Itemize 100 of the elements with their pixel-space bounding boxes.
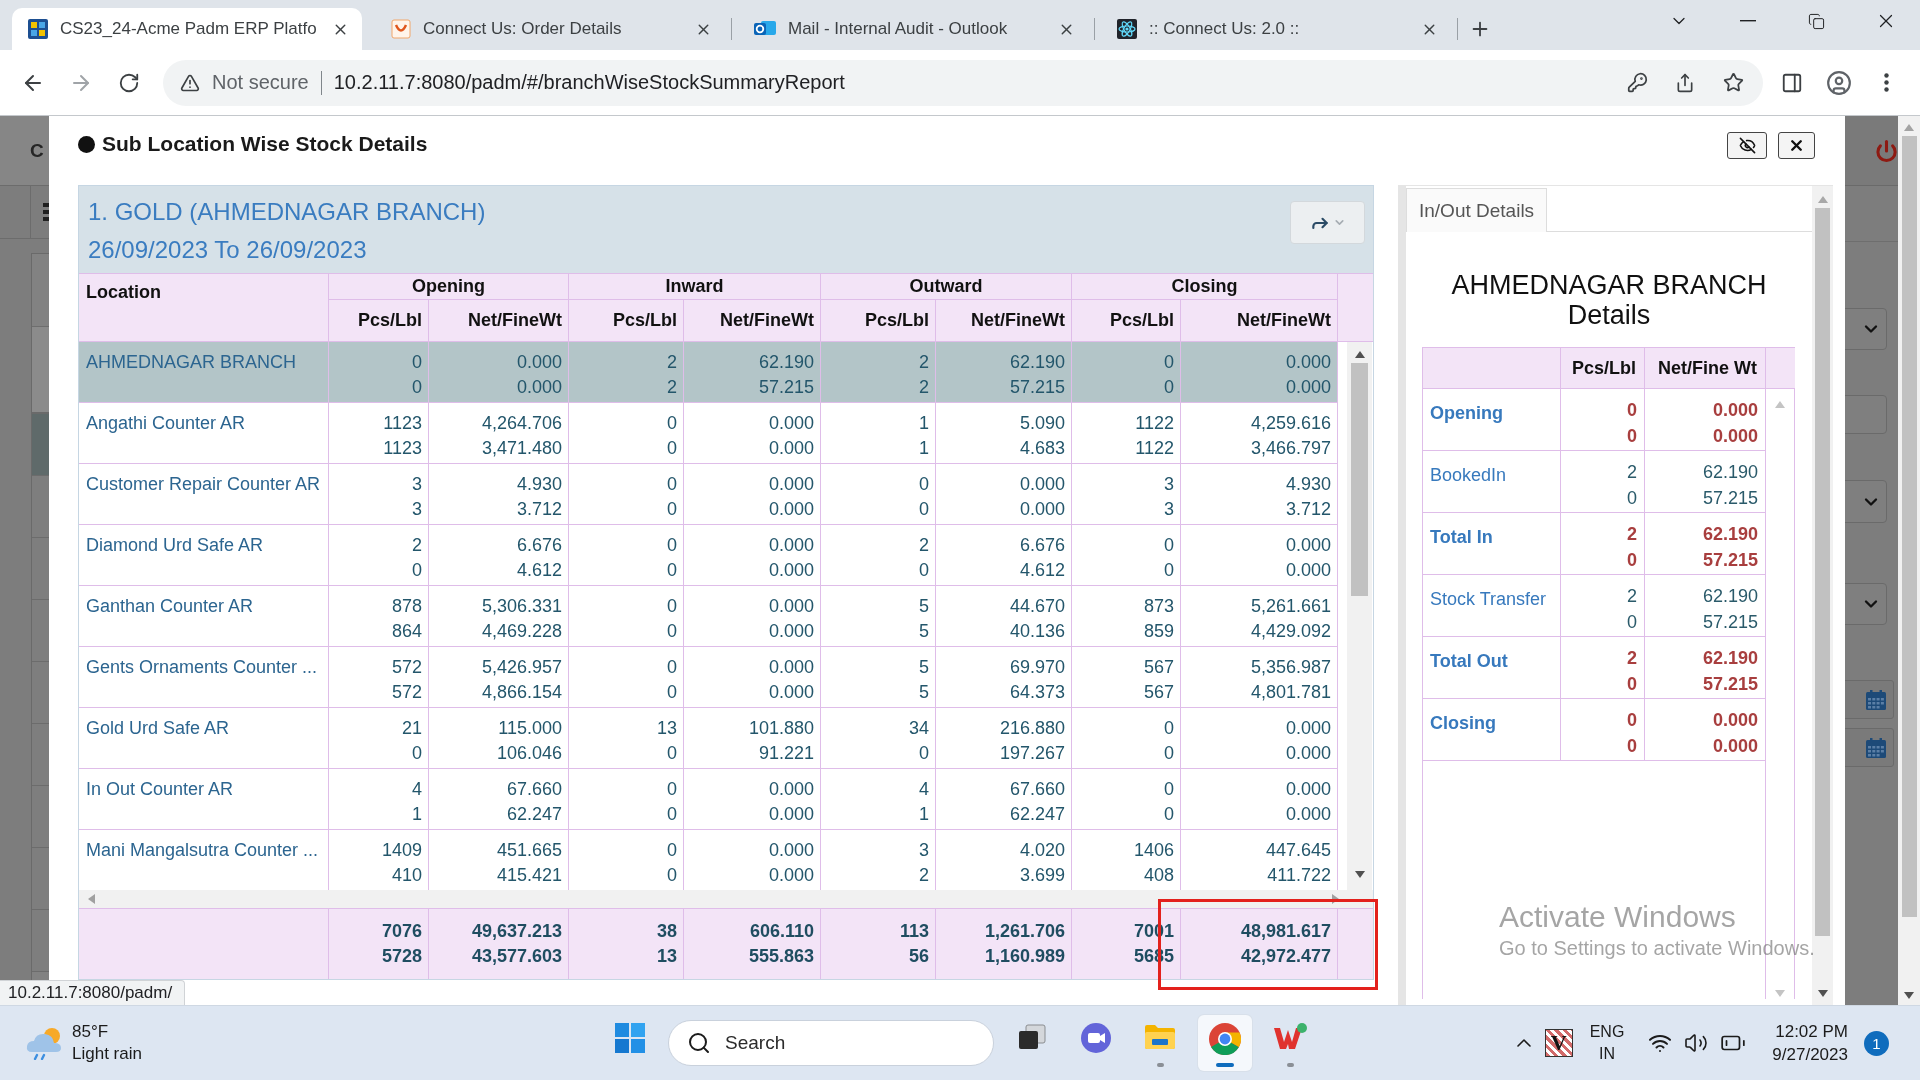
table-cell: 0 0 (569, 647, 684, 707)
total-cell: 113 56 (821, 909, 936, 979)
table-row[interactable]: Gold Urd Safe AR 21 0 115.000 106.046 13 0 101.880 91.221 34 0 216.880 197.267 0 0 0.000 0.000 (79, 708, 1338, 769)
dropdown-field[interactable] (1845, 480, 1887, 523)
close-button[interactable] (1778, 132, 1815, 159)
table-cell: 0 0 (569, 769, 684, 829)
row-label[interactable]: BookedIn (1423, 451, 1561, 512)
table-cell: 13 0 (569, 708, 684, 768)
browser-tab[interactable]: CS23_24-Acme Padm ERP Platfo (12, 8, 362, 50)
page-scrollbar[interactable] (1898, 116, 1920, 1005)
notification-badge[interactable]: 1 (1864, 1030, 1889, 1056)
table-row[interactable]: In Out Counter AR 4 1 67.660 62.247 0 0 0.000 0.000 4 1 67.660 62.247 0 0 0.000 0.000 (79, 769, 1338, 830)
address-field[interactable]: Not secure 10.2.11.7:8080/padm/#/branchWiseStockSummaryReport (163, 59, 1763, 106)
table-row[interactable]: Diamond Urd Safe AR 2 0 6.676 4.612 0 0 0.000 0.000 2 0 6.676 4.612 0 0 0.000 0.000 (79, 525, 1338, 586)
table-cell: 4,259.616 3,466.797 (1181, 403, 1338, 463)
table-row[interactable]: Customer Repair Counter AR 3 3 4.930 3.712 0 0 0.000 0.000 0 0 0.000 0.000 3 3 4.930 3.712 (79, 464, 1338, 525)
vertical-scrollbar[interactable] (1812, 186, 1833, 1005)
start-icon (615, 1023, 645, 1053)
table-row[interactable]: Gents Ornaments Counter ... 572 572 5,426.957 4,866.154 0 0 0.000 0.000 5 5 69.970 64.373 567 567 5,356.987 4,801.781 (79, 647, 1338, 708)
calendar-button[interactable] (1845, 728, 1894, 767)
browser-tab[interactable]: :: Connect Us: 2.0 :: (1101, 8, 1451, 50)
search-field[interactable]: Search (668, 1020, 994, 1066)
panel-tab[interactable]: In/Out Details (1406, 188, 1548, 232)
scrollbar-thumb[interactable] (1815, 208, 1830, 936)
panel-heading: AHMEDNAGAR BRANCH Details (1450, 270, 1768, 330)
table-cell: 0 0 (1072, 525, 1181, 585)
dropdown-field[interactable] (1845, 583, 1887, 625)
volume-button[interactable] (1684, 1031, 1709, 1055)
table-cell: 67.660 62.247 (936, 769, 1072, 829)
browser-tab[interactable]: Mail - Internal Audit - Outlook (738, 8, 1088, 50)
location-cell: Customer Repair Counter AR (79, 464, 329, 524)
table-cell: 2 0 (1561, 451, 1645, 512)
calendar-button[interactable] (1845, 680, 1894, 719)
table-cell: 2 2 (821, 342, 936, 402)
browser-icon (1209, 1023, 1241, 1055)
table-cell: 62.190 57.215 (1645, 513, 1766, 574)
table-cell: 0 0 (821, 464, 936, 524)
table-cell: 0 0 (569, 586, 684, 646)
table-cell: 0 0 (1072, 342, 1181, 402)
tab-title: Connect Us: Order Details (423, 19, 623, 39)
table-cell: 0 0 (569, 403, 684, 463)
row-label[interactable]: Stock Transfer (1423, 575, 1561, 636)
table-cell: 0.000 0.000 (684, 586, 821, 646)
browser-tab[interactable]: Connect Us: Order Details (375, 8, 725, 50)
scrollbar-thumb[interactable] (1901, 136, 1917, 917)
scroll-down-icon[interactable] (1817, 990, 1828, 997)
location-cell: AHMEDNAGAR BRANCH (79, 342, 329, 402)
table-cell: 0.000 0.000 (684, 525, 821, 585)
calendar-icon (1866, 689, 1886, 710)
table-row[interactable]: Ganthan Counter AR 878 864 5,306.331 4,469.228 0 0 0.000 0.000 5 5 44.670 40.136 873 859 5,261.661 4,429.092 (79, 586, 1338, 647)
table-cell: 62.190 57.215 (1645, 451, 1766, 512)
table-cell: 0.000 0.000 (1181, 708, 1338, 768)
location-cell: Angathi Counter AR (79, 403, 329, 463)
language-button[interactable]: ENG IN (1589, 1021, 1625, 1065)
side-panel-icon (1781, 71, 1803, 94)
input-field[interactable] (1845, 395, 1887, 434)
scroll-left-icon[interactable] (88, 894, 95, 904)
row-label[interactable]: Total Out (1423, 637, 1561, 698)
scroll-up-icon[interactable] (1354, 351, 1365, 358)
share-icon (1675, 72, 1695, 93)
row-label[interactable]: Total In (1423, 513, 1561, 574)
clock-button[interactable]: 12:02 PM 9/27/2023 (1772, 1020, 1848, 1066)
table-row[interactable]: AHMEDNAGAR BRANCH 0 0 0.000 0.000 2 2 62.190 57.215 2 2 62.190 57.215 0 0 0.000 0.000 (79, 342, 1338, 403)
table-row[interactable]: Angathi Counter AR 1123 1123 4,264.706 3,471.480 0 0 0.000 0.000 1 1 5.090 4.683 1122 1122 4,259.616 3,466.797 (79, 403, 1338, 464)
column-group-header: Opening (329, 274, 569, 300)
table-cell: 0.000 0.000 (684, 464, 821, 524)
scroll-down-icon[interactable] (1354, 871, 1365, 878)
row-label[interactable]: Opening (1423, 389, 1561, 450)
temperature-text: 85°F (72, 1021, 110, 1043)
scroll-right-icon[interactable] (1332, 894, 1339, 904)
horizontal-scrollbar[interactable] (79, 890, 1373, 908)
vertical-scrollbar[interactable] (1347, 342, 1372, 890)
scroll-down-icon[interactable] (1904, 992, 1914, 999)
table-cell: 0.000 0.000 (936, 464, 1072, 524)
total-cell: 606.110 555.863 (684, 909, 821, 979)
table-cell: 0.000 0.000 (1645, 389, 1766, 450)
hide-button[interactable] (1727, 132, 1767, 159)
table-cell: 572 572 (329, 647, 429, 707)
activation-title: Activate Windows (1499, 900, 1737, 934)
row-label[interactable]: Closing (1423, 699, 1561, 760)
tab-title: Mail - Internal Audit - Outlook (788, 19, 1009, 39)
table-cell: 62.190 57.215 (684, 342, 821, 402)
video-call-icon (1081, 1023, 1111, 1053)
table-cell: 6.676 4.612 (429, 525, 569, 585)
table-cell: 0 0 (569, 464, 684, 524)
report-title: 1. GOLD (AHMEDNAGAR BRANCH) (88, 197, 486, 227)
table-cell: 2 2 (569, 342, 684, 402)
table-cell: 0 0 (1072, 769, 1181, 829)
total-cell: 49,637.213 43,577.603 (429, 909, 569, 979)
column-header: Pcs/Lbl (1561, 348, 1645, 388)
dropdown-field[interactable] (1845, 308, 1887, 350)
table-cell: 0.000 0.000 (1181, 769, 1338, 829)
scrollbar-thumb[interactable] (1351, 363, 1368, 596)
url-text: 10.2.11.7:8080/padm/#/branchWiseStockSummaryReport (333, 71, 846, 94)
total-cell: 38 13 (569, 909, 684, 979)
document-app-icon (1273, 1023, 1307, 1051)
location-cell: Ganthan Counter AR (79, 586, 329, 646)
table-cell: 1123 1123 (329, 403, 429, 463)
total-cell: 7076 5728 (329, 909, 429, 979)
task-view-icon (1017, 1023, 1047, 1051)
